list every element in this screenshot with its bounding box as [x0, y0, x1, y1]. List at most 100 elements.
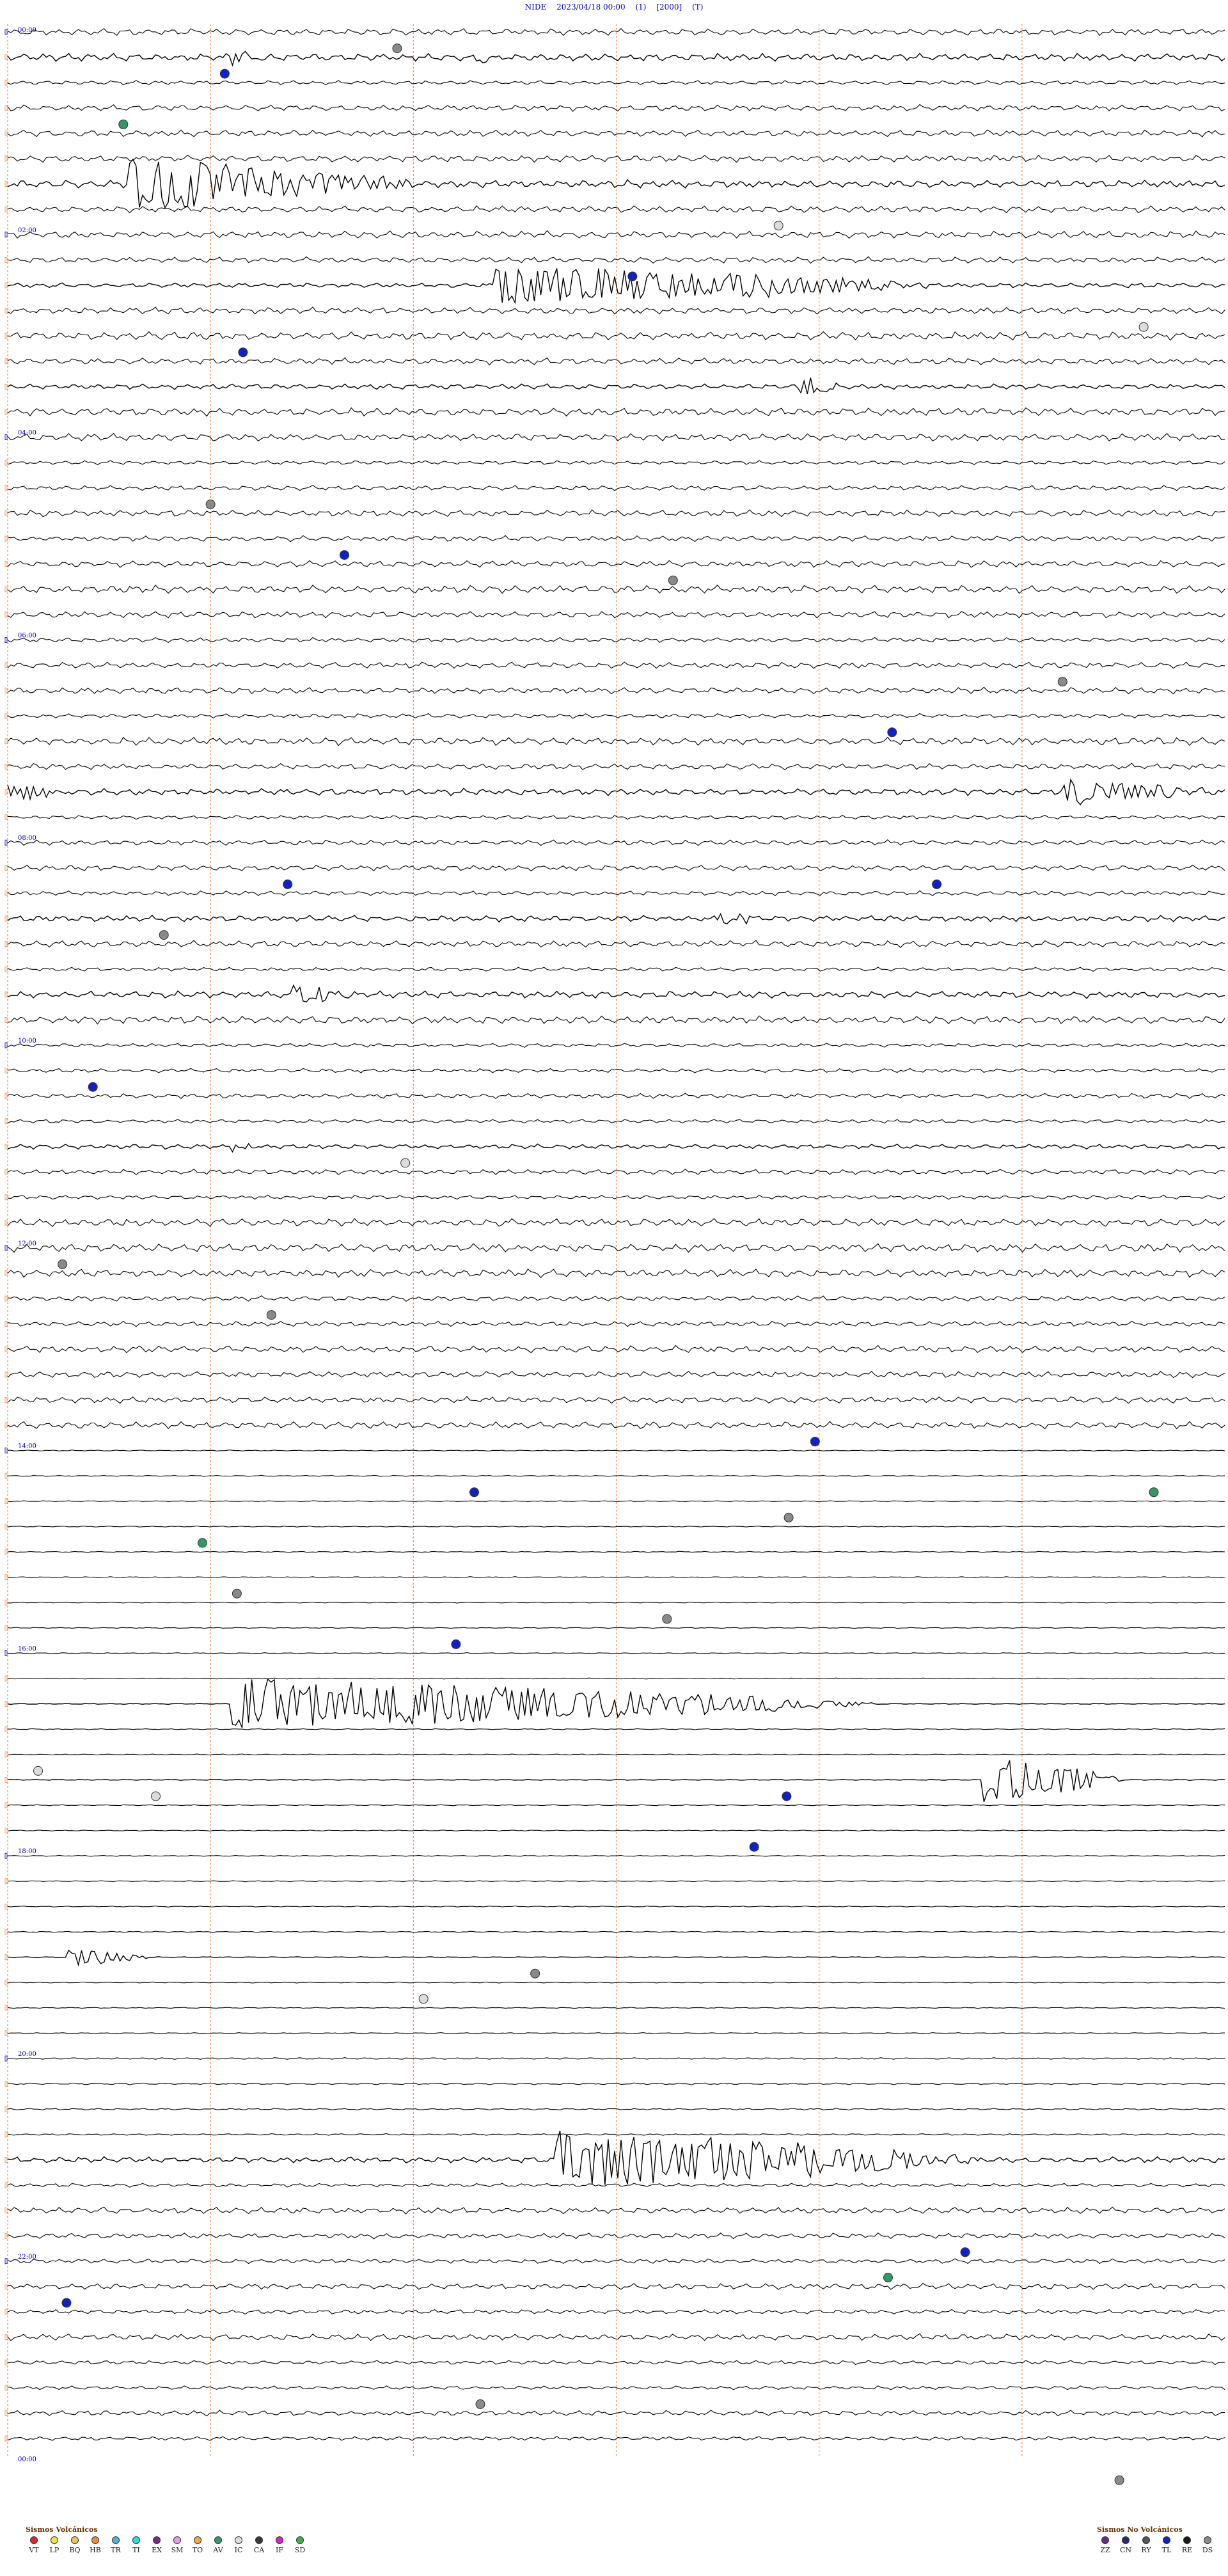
legend-dot: [132, 2536, 140, 2544]
event-marker-av: [118, 119, 129, 129]
event-marker-tl: [782, 1791, 792, 1801]
event-marker-ds: [530, 1968, 540, 1979]
row-tick: [4, 764, 8, 770]
trace-row: [7, 1760, 1225, 1803]
trace-row: [7, 1500, 1225, 1503]
legend-nonvolcanic-items: ZZ CN RY TL RE DS: [1097, 2536, 1216, 2554]
event-marker-tl: [469, 1487, 479, 1497]
row-tick: [4, 2182, 8, 2188]
event-marker-tl: [887, 727, 897, 738]
legend-label: CN: [1119, 2546, 1132, 2554]
row-tick: [4, 662, 8, 668]
hour-label: 08:00: [18, 835, 36, 842]
event-marker-tl: [810, 1437, 820, 1447]
row-tick: [4, 1321, 8, 1327]
event-marker-tl: [932, 879, 942, 889]
legend-nonvolcanic-title: Sismos No Volcánicos: [1097, 2525, 1183, 2534]
legend-dot: [1122, 2536, 1130, 2544]
event-marker-av: [1149, 1487, 1159, 1497]
row-tick: [4, 992, 8, 998]
row-tick: [4, 105, 8, 111]
legend-item-ry: RY: [1138, 2536, 1154, 2554]
row-tick: [4, 1625, 8, 1631]
trace-row: [7, 1931, 1225, 1933]
row-tick: [4, 2030, 8, 2036]
hour-label: 22:00: [18, 2254, 36, 2261]
row-tick: [4, 915, 8, 922]
row-tick: [4, 409, 8, 415]
legend-item-ic: IC: [230, 2536, 247, 2554]
trace-row: [7, 1829, 1225, 1832]
legend-dot: [1163, 2536, 1170, 2544]
row-tick: [4, 2156, 8, 2163]
event-marker-ic: [151, 1791, 161, 1801]
legend-dot: [276, 2536, 283, 2544]
row-tick: [4, 130, 8, 136]
row-tick: [4, 282, 8, 288]
trace-row: [7, 2082, 1225, 2085]
row-tick: [4, 434, 8, 440]
trace-row: [7, 2007, 1225, 2009]
event-marker-tl: [219, 68, 230, 79]
legend-label: IC: [234, 2546, 243, 2554]
legend-item-ca: CA: [251, 2536, 267, 2554]
legend-dot: [153, 2536, 161, 2544]
row-tick: [4, 1878, 8, 1885]
row-tick: [4, 1498, 8, 1505]
row-tick: [4, 29, 8, 35]
row-tick: [4, 333, 8, 339]
row-tick: [4, 2106, 8, 2112]
event-marker-tl: [283, 879, 293, 889]
row-tick: [4, 232, 8, 238]
legend-volcanic-items: VT LP BQ HB TR TI EX SM TO AV IC CA IF SD: [26, 2536, 308, 2554]
legend-dot: [51, 2536, 58, 2544]
row-tick: [4, 1144, 8, 1150]
row-tick: [4, 814, 8, 820]
row-tick: [4, 1954, 8, 1961]
row-tick: [4, 1219, 8, 1226]
event-marker-tl: [339, 550, 349, 560]
event-marker-tl: [238, 347, 248, 358]
legend-item-re: RE: [1179, 2536, 1195, 2554]
row-tick: [4, 1776, 8, 1783]
event-marker-tl: [88, 1082, 98, 1092]
event-marker-ds: [58, 1259, 68, 1269]
row-tick: [4, 2385, 8, 2391]
row-tick: [4, 865, 8, 871]
legend-dot: [1183, 2536, 1191, 2544]
event-marker-tl: [61, 2298, 72, 2308]
event-marker-ds: [205, 499, 216, 509]
row-tick: [4, 1068, 8, 1073]
legend-item-if: IF: [271, 2536, 288, 2554]
legend-label: SD: [294, 2546, 306, 2554]
legend-item-to: TO: [189, 2536, 206, 2554]
legend-dot: [71, 2536, 79, 2544]
row-tick: [4, 2208, 8, 2214]
legend-item-zz: ZZ: [1097, 2536, 1114, 2554]
event-marker-ic: [418, 1994, 429, 2004]
trace-row: [7, 2360, 1225, 2366]
legend-item-tl: TL: [1158, 2536, 1175, 2554]
row-tick: [4, 2359, 8, 2366]
helicorder-plot: 00:00 02:00 04:00 06:00 08:00 10:00 12:00 14:00…: [4, 24, 1225, 2485]
row-tick: [4, 789, 8, 795]
row-tick: [4, 1751, 8, 1758]
legend-label: CA: [253, 2546, 265, 2554]
legend-label: TI: [132, 2546, 140, 2554]
legend-item-sd: SD: [292, 2536, 308, 2554]
event-marker-ds: [783, 1512, 794, 1522]
legend-dot: [1204, 2536, 1211, 2544]
row-tick: [4, 1599, 8, 1606]
legend-label: DS: [1202, 2546, 1213, 2554]
trace-row: [7, 2282, 1225, 2290]
row-tick: [4, 1979, 8, 1986]
row-tick: [4, 1194, 8, 1200]
legend-item-ti: TI: [128, 2536, 145, 2554]
trace-row: [7, 1627, 1225, 1629]
row-tick: [4, 890, 8, 896]
trace-row: [7, 1450, 1225, 1452]
legend-item-lp: LP: [46, 2536, 63, 2554]
legend-dot: [235, 2536, 242, 2544]
trace-row: [7, 1880, 1225, 1883]
row-tick: [4, 1853, 8, 1859]
